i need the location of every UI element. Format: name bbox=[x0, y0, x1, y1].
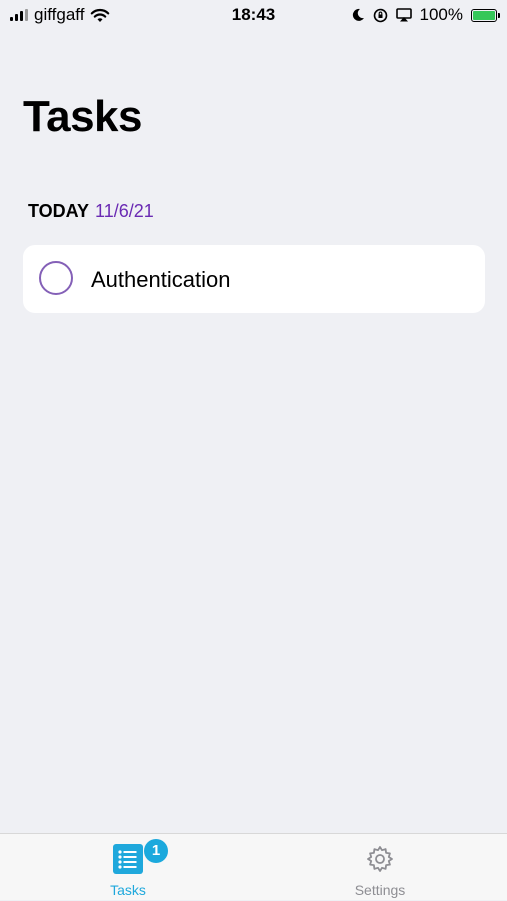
task-title: Authentication bbox=[91, 267, 231, 292]
list-icon bbox=[113, 844, 143, 874]
airplay-icon bbox=[395, 8, 412, 22]
status-bar: giffgaff 18:43 100% bbox=[0, 0, 507, 32]
tab-bar: 1 Tasks Settings bbox=[0, 833, 507, 900]
section-date: 11/6/21 bbox=[95, 201, 154, 221]
section-header: TODAY 11/6/21 bbox=[28, 201, 154, 222]
status-right: 100% bbox=[351, 5, 500, 25]
section-label: TODAY bbox=[28, 201, 90, 221]
orientation-lock-icon bbox=[373, 8, 387, 22]
battery-percent: 100% bbox=[419, 5, 463, 24]
moon-icon bbox=[352, 8, 364, 21]
task-complete-toggle[interactable] bbox=[39, 261, 73, 295]
page-title: Tasks bbox=[23, 92, 143, 141]
tasks-badge: 1 bbox=[144, 839, 168, 863]
task-card[interactable]: Authentication bbox=[23, 245, 485, 313]
tab-settings[interactable]: Settings bbox=[300, 834, 460, 901]
tab-tasks[interactable]: 1 Tasks bbox=[48, 834, 208, 901]
tab-label-settings: Settings bbox=[354, 882, 406, 898]
battery-icon bbox=[471, 8, 500, 22]
tab-label-tasks: Tasks bbox=[110, 882, 146, 898]
gear-icon bbox=[367, 846, 393, 872]
